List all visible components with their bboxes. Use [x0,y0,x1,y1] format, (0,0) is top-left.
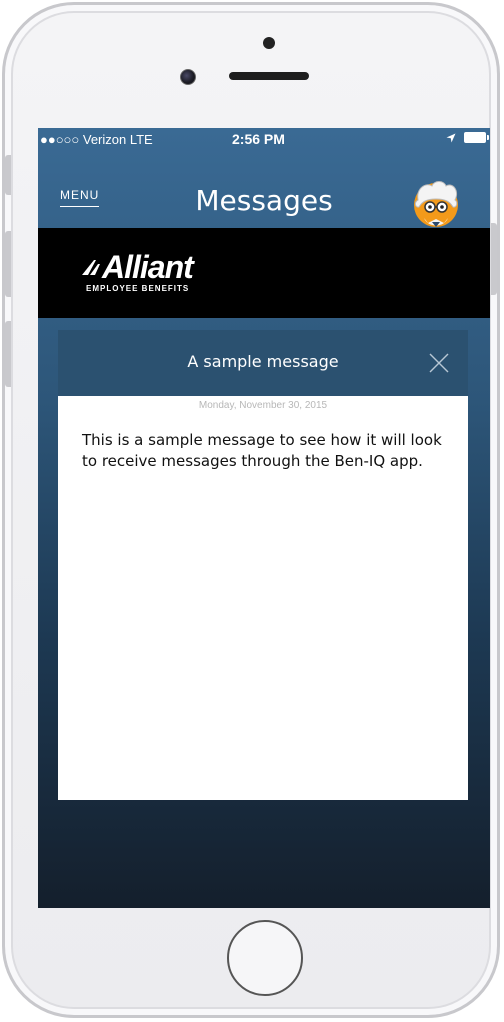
message-header: A sample message [58,330,468,396]
message-card: A sample message Monday, November 30, 20… [58,330,468,800]
power-button [491,223,497,295]
message-body: This is a sample message to see how it w… [82,431,442,470]
proximity-sensor [263,37,275,49]
message-date: Monday, November 30, 2015 [198,400,328,411]
brand-bar: Alliant EMPLOYEE BENEFITS [38,228,490,318]
status-time: 2:56 PM [232,131,285,147]
home-button[interactable] [227,920,303,996]
brand-name: Alliant [102,249,194,285]
volume-down-button [5,321,11,387]
location-arrow-icon [446,133,456,142]
carrier-label: ●●○○○ Verizon LTE [40,132,153,147]
close-icon[interactable] [428,352,450,374]
avatar-icon[interactable] [410,178,462,230]
alliant-mark-icon [82,260,100,275]
app-screen: ●●○○○ Verizon LTE 2:56 PM MENU Messages [38,128,490,908]
status-bar: ●●○○○ Verizon LTE 2:56 PM [38,128,490,150]
battery-icon [464,132,489,143]
earpiece-speaker [229,72,309,80]
mute-switch [5,155,11,195]
brand-logo: Alliant EMPLOYEE BENEFITS [82,249,194,293]
message-title: A sample message [187,352,339,371]
status-right [446,132,489,143]
nav-bar: MENU Messages [38,150,490,228]
front-camera [180,69,196,85]
volume-up-button [5,231,11,297]
brand-subtitle: EMPLOYEE BENEFITS [86,284,190,293]
